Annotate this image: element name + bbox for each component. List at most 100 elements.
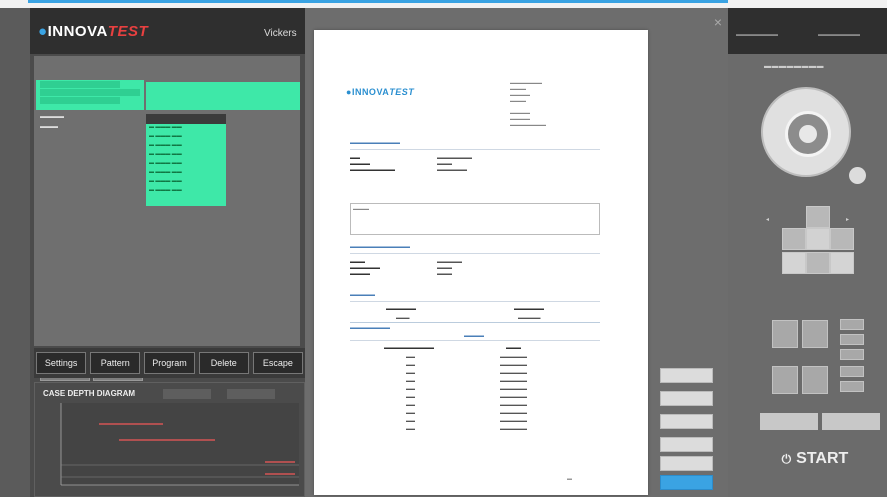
report-action-button[interactable] [660, 414, 713, 429]
program-button[interactable]: Program [144, 352, 195, 374]
table-row[interactable]: ▬ ▬▬▬ ▬▬ [146, 151, 226, 160]
report-primary-button[interactable] [660, 475, 713, 490]
report-col-header: ▬▬▬▬▬▬ [386, 306, 416, 312]
table-row[interactable]: ▬ ▬▬▬ ▬▬ [146, 178, 226, 187]
report-action-button[interactable] [660, 456, 713, 471]
chart-tab[interactable] [163, 389, 211, 399]
pattern-button[interactable]: Pattern [90, 352, 141, 374]
arrow-right-icon: ▸ [846, 217, 850, 223]
report-brand-suffix: TEST [389, 87, 415, 97]
top-accent [0, 0, 887, 8]
report-address: ▬▬▬▬▬▬▬▬ ▬▬▬▬ ▬▬▬▬▬ ▬▬▬▬ ▬▬▬▬▬ ▬▬▬▬▬ ▬▬▬▬▬▬▬▬▬ [510, 80, 546, 127]
report-cell: ▬▬▬ [396, 315, 410, 320]
brand-dot-icon: ● [38, 23, 48, 40]
table-row[interactable]: ▬ ▬▬▬ ▬▬ [146, 133, 226, 142]
report-cell: ▬▬▬▬▬▬ [500, 410, 527, 415]
control-small-button[interactable] [840, 349, 864, 360]
report-col-header: ▬▬▬ [506, 345, 521, 351]
wide-button-right[interactable] [822, 413, 880, 430]
list-item[interactable] [40, 89, 140, 96]
brand-suffix: TEST [107, 23, 149, 40]
report-cell: ▬▬ [406, 410, 415, 415]
list-label-line: ▬▬▬ [40, 124, 58, 130]
chart-tab[interactable] [227, 389, 275, 399]
pad-center-button[interactable] [806, 228, 830, 250]
table-row[interactable]: ▬ ▬▬▬ ▬▬ [146, 160, 226, 169]
case-depth-chart-panel: CASE DEPTH DIAGRAM [34, 382, 305, 497]
close-icon[interactable]: × [714, 14, 722, 30]
report-method-values: ▬▬▬▬▬ ▬▬▬ ▬▬▬ [437, 259, 462, 277]
table-row[interactable]: ▬ ▬▬▬ ▬▬ [146, 124, 226, 133]
report-col-header: ▬▬▬▬▬▬▬▬▬▬ [384, 345, 434, 351]
report-rule [350, 322, 600, 323]
report-cell: ▬▬ [406, 426, 415, 431]
control-small-button[interactable] [840, 334, 864, 345]
right-header-text: ▬▬▬▬▬▬▬ [818, 32, 860, 38]
brand-logo: ●INNOVATEST [38, 23, 148, 40]
control-small-button[interactable] [840, 366, 864, 377]
report-subheader: ▬▬▬▬ [464, 333, 484, 339]
report-rule [350, 340, 600, 341]
chart-plot-area [61, 403, 299, 485]
right-control-panel: ▬▬▬▬▬▬▬ ▬▬▬▬▬▬▬ ▬▬▬▬▬▬▬▬ ◂ ▸ ⏻ START [728, 8, 887, 497]
chart-annotation [99, 423, 163, 425]
report-cell: ▬▬▬▬▬▬ [500, 354, 527, 359]
wide-button-left[interactable] [760, 413, 818, 430]
start-label: START [796, 450, 849, 467]
list-item[interactable] [40, 97, 120, 104]
report-action-button[interactable] [660, 437, 713, 452]
table-row[interactable]: ▬ ▬▬▬ ▬▬ [146, 142, 226, 151]
pad-up-button[interactable] [806, 206, 830, 228]
report-cell: ▬▬ [406, 378, 415, 383]
pad-bottom-left-button[interactable] [782, 252, 806, 274]
table-row[interactable]: ▬ ▬▬▬ ▬▬ [146, 187, 226, 196]
report-rule [350, 149, 600, 150]
report-cell: ▬▬ [406, 362, 415, 367]
report-cell: ▬▬▬▬▬▬ [500, 418, 527, 423]
plus-button[interactable] [840, 319, 864, 330]
turret-dial[interactable] [761, 87, 851, 177]
selected-rows[interactable] [36, 80, 144, 110]
report-cell: ▬▬ [406, 354, 415, 359]
report-notes-box: ▬▬▬▬ [350, 203, 600, 235]
list-label-line: ▬▬▬▬ [40, 114, 64, 120]
control-button[interactable] [772, 320, 798, 348]
report-cell: ▬▬▬▬▬ [518, 315, 541, 320]
delete-button[interactable]: Delete [198, 352, 249, 374]
report-cell: ▬▬▬▬▬▬ [500, 394, 527, 399]
sample-list[interactable]: ▬▬▬▬ ▬▬▬ ▬ ▬▬▬ ▬▬ ▬ ▬▬▬ ▬▬ ▬ ▬▬▬ ▬▬ ▬ ▬▬… [34, 56, 300, 381]
chart-annotation [119, 439, 215, 441]
control-button[interactable] [802, 366, 828, 394]
report-cell: ▬▬ [406, 370, 415, 375]
report-link[interactable]: ▬▬▬▬▬▬▬▬ [350, 325, 390, 331]
chart-title: CASE DEPTH DIAGRAM [43, 389, 136, 398]
selection-highlight [146, 82, 300, 110]
report-rule [350, 253, 600, 254]
escape-button[interactable]: Escape [252, 352, 304, 374]
control-button[interactable] [772, 366, 798, 394]
report-action-button[interactable] [660, 368, 713, 383]
table-row[interactable]: ▬ ▬▬▬ ▬▬ [146, 169, 226, 178]
report-logo: ●INNOVATEST [346, 87, 414, 97]
list-item[interactable] [40, 81, 120, 88]
control-small-button[interactable] [840, 381, 864, 392]
results-table[interactable]: ▬ ▬▬▬ ▬▬ ▬ ▬▬▬ ▬▬ ▬ ▬▬▬ ▬▬ ▬ ▬▬▬ ▬▬ ▬ ▬▬… [146, 114, 226, 206]
control-button[interactable] [802, 320, 828, 348]
report-cell: ▬▬ [406, 394, 415, 399]
start-button[interactable]: ⏻ START [760, 441, 870, 477]
pad-down-button[interactable] [806, 252, 830, 274]
pad-right-button[interactable] [830, 228, 854, 250]
report-rule [350, 301, 600, 302]
pad-left-button[interactable] [782, 228, 806, 250]
report-cell: ▬▬ [406, 386, 415, 391]
pad-bottom-right-button[interactable] [830, 252, 854, 274]
arrow-left-icon: ◂ [766, 217, 770, 223]
report-fields-labels: ▬▬ ▬▬▬▬ ▬▬▬▬▬▬▬▬▬ [350, 155, 395, 173]
report-brand-prefix: INNOVA [351, 87, 390, 97]
report-cell: ▬▬▬▬▬▬ [500, 386, 527, 391]
power-icon: ⏻ [781, 451, 792, 466]
dial-small-button[interactable] [849, 167, 866, 184]
report-action-button[interactable] [660, 391, 713, 406]
settings-button[interactable]: Settings [36, 352, 87, 374]
case-depth-chart [60, 403, 299, 486]
